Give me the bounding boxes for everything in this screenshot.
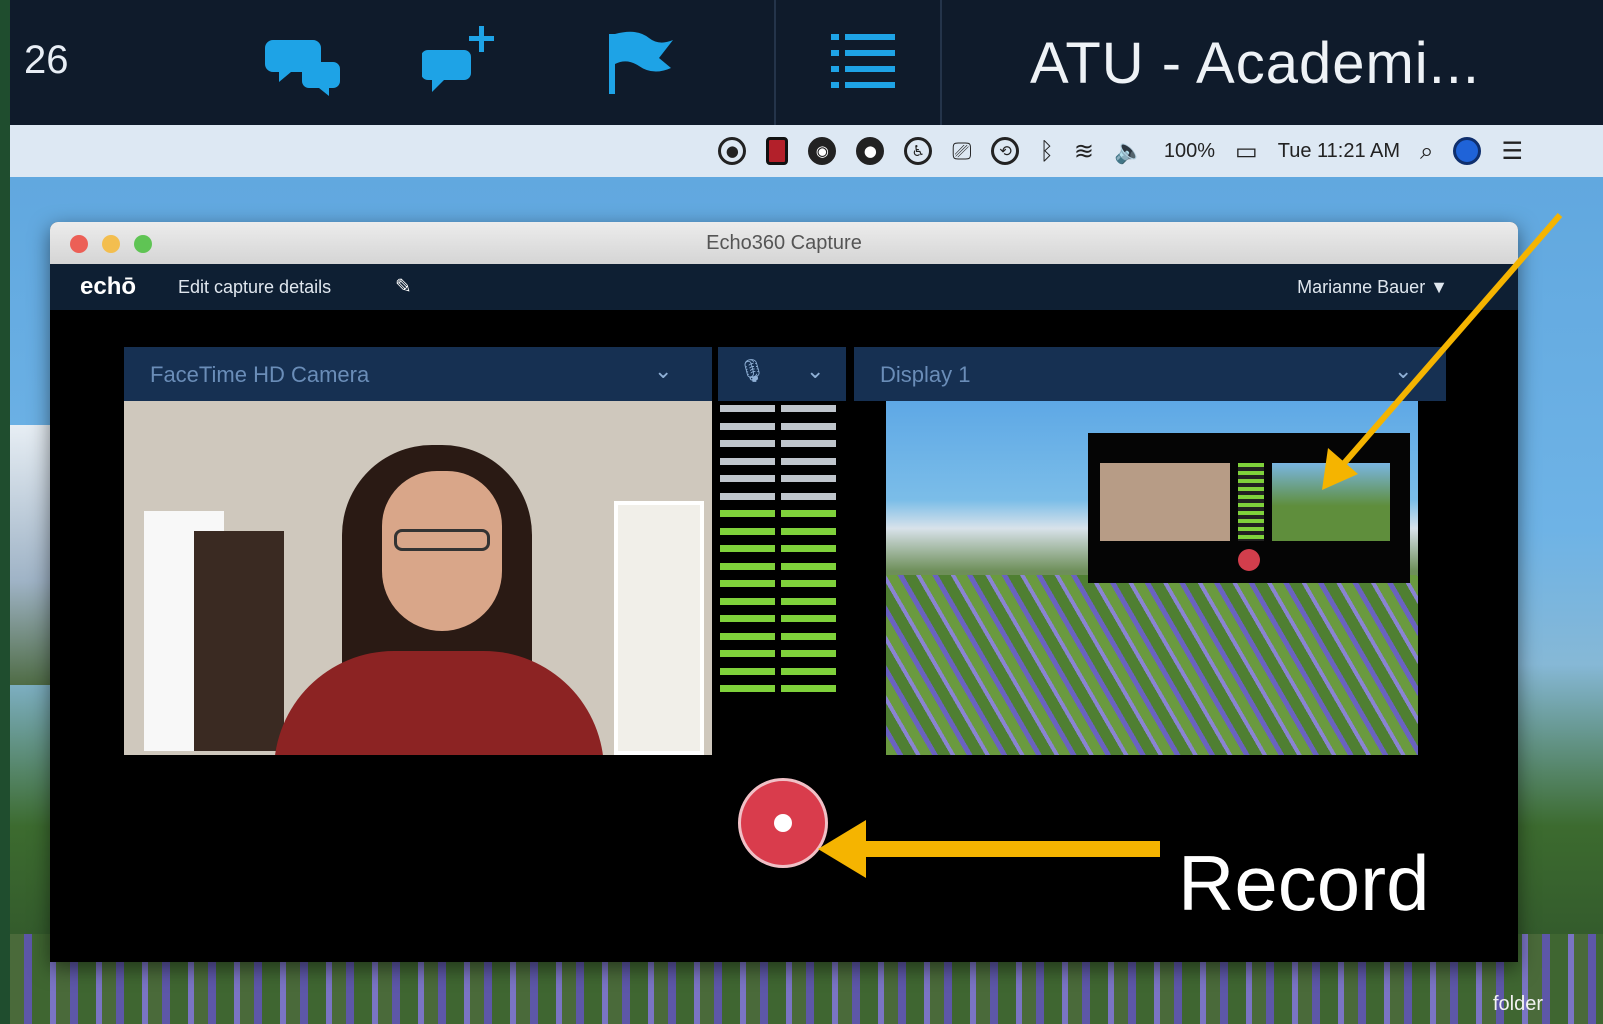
meter-segment [720,597,840,605]
nested-audio-meter [1238,463,1264,541]
bluetooth-icon[interactable]: ᛒ [1039,137,1053,165]
conversation-title[interactable]: ATU - Academi... [1030,30,1480,97]
camera-preview [124,401,712,755]
meter-segment [720,615,840,622]
app-header-bar: echō Edit capture details ✎ Marianne Bau… [50,264,1518,310]
conversations-icon[interactable] [265,22,345,102]
audio-level-meter [720,405,840,749]
list-icon[interactable] [825,22,905,102]
date-fragment: 26 [24,38,69,82]
upload-status-icon[interactable]: ● [718,137,747,165]
battery-percentage[interactable]: 100% [1164,140,1215,163]
airplay-icon[interactable]: ⎚ [952,137,971,165]
edit-capture-details-link[interactable]: Edit capture details [178,277,331,298]
meter-segment [720,492,840,500]
user-menu[interactable]: Marianne Bauer ▼ [1297,277,1448,298]
toolbar-divider [774,0,776,125]
accessibility-icon[interactable]: ♿ [904,137,933,165]
notification-center-icon[interactable]: ☰ [1501,137,1523,165]
meter-segment [720,545,840,552]
microphone-icon: 🎙 [738,359,766,384]
eye-icon[interactable]: ◉ [808,137,837,165]
nested-camera-preview [1100,463,1230,541]
record-annotation-label: Record [1178,839,1430,927]
preview-person-shirt [274,651,604,755]
meter-segment [720,527,840,535]
chevron-down-icon[interactable]: ⌄ [654,359,672,384]
display-preview [886,401,1418,755]
audio-source-select[interactable]: 🎙 ⌄ [718,347,846,401]
preview-doorway [614,501,704,755]
nested-capture-preview [1088,433,1410,583]
window-titlebar[interactable]: Echo360 Capture [50,222,1518,264]
record-dot-icon [774,814,792,832]
preview-bookshelf [194,531,284,751]
meter-segment [720,440,840,447]
meter-segment [720,422,840,430]
meter-segment [720,685,840,692]
echo-logo: echō [80,273,137,300]
flag-icon[interactable] [595,22,675,102]
menu-bar-clock[interactable]: Tue 11:21 AM [1278,140,1400,163]
new-chat-icon[interactable] [421,22,502,102]
chevron-down-icon[interactable]: ⌄ [806,359,824,384]
video-source-select[interactable]: FaceTime HD Camera ⌄ [124,347,712,401]
meter-segment [720,580,840,587]
preview-lupine-field [886,575,1418,755]
meter-segment [720,667,840,675]
preview-person-glasses [394,529,490,551]
battery-icon[interactable]: ▭ [1235,137,1258,165]
meter-segment [720,405,840,412]
display-source-label: Display 1 [880,362,971,387]
time-machine-icon[interactable]: ⟲ [991,137,1020,165]
volume-icon[interactable]: 🔈 [1114,137,1144,165]
pencil-icon[interactable]: ✎ [395,274,412,298]
mac-menu-bar: ● ◉ ● ♿ ⎚ ⟲ ᛒ ≋ 🔈 100% ▭ Tue 11:21 AM ⌕ … [10,125,1603,177]
record-button[interactable] [738,778,828,868]
recorder-status-icon[interactable] [766,137,789,165]
wifi-icon[interactable]: ≋ [1074,137,1094,165]
meter-segment [720,475,840,482]
meter-segment [720,510,840,517]
meter-segment [720,632,840,640]
video-source-label: FaceTime HD Camera [150,362,370,387]
display-source-select[interactable]: Display 1 ⌄ [854,347,1446,401]
meter-segment [720,562,840,570]
echo-status-icon[interactable]: ● [856,137,885,165]
toolbar-divider [940,0,942,125]
meter-segment [720,457,840,465]
window-title: Echo360 Capture [706,232,862,254]
desktop-folder-label[interactable]: folder [1493,993,1543,1016]
preview-person-face [382,471,502,631]
nested-display-preview [1272,463,1390,541]
spotlight-search-icon[interactable]: ⌕ [1420,137,1433,165]
chevron-down-icon[interactable]: ⌄ [1394,359,1412,384]
nested-record-button [1238,549,1260,571]
top-toolbar: 26 ATU - Academi... [10,0,1603,125]
siri-icon[interactable] [1453,137,1482,165]
meter-segment [720,650,840,657]
